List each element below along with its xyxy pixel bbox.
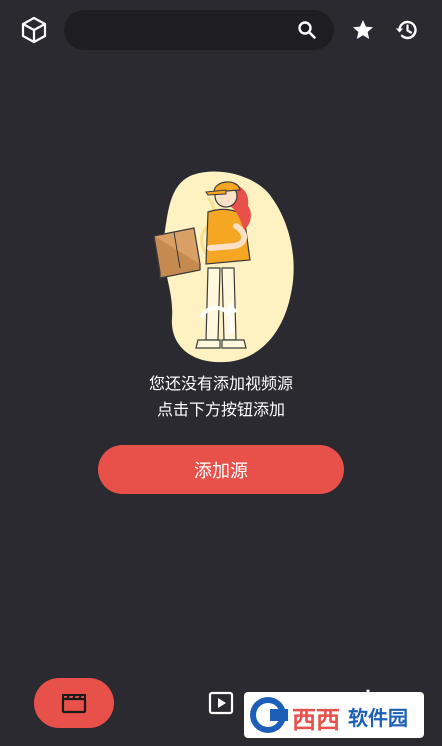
watermark-logo: 西西 软件园 (244, 692, 424, 738)
watermark-name: 西西 (292, 706, 340, 734)
empty-state-message-line1: 您还没有添加视频源 (148, 374, 293, 393)
play-box-icon (208, 691, 234, 715)
logo-button[interactable] (16, 12, 52, 48)
history-button[interactable] (390, 13, 424, 47)
empty-state-illustration (153, 171, 294, 363)
search-input[interactable] (80, 10, 294, 52)
search-bar (64, 10, 334, 52)
empty-state-message-line2: 点击下方按钮添加 (156, 400, 285, 419)
watermark-circle-icon (250, 697, 288, 733)
nav-home-button[interactable] (34, 678, 114, 728)
watermark-subname: 软件园 (348, 706, 408, 730)
add-source-button[interactable]: 添加源 (98, 445, 344, 494)
cube-icon (21, 16, 47, 44)
search-icon (298, 21, 316, 39)
favorites-button[interactable] (347, 14, 379, 46)
search-button[interactable] (292, 15, 322, 45)
star-icon (353, 20, 373, 39)
clapperboard-icon (61, 694, 87, 714)
history-icon (395, 20, 417, 40)
nav-player-button[interactable] (205, 688, 237, 718)
